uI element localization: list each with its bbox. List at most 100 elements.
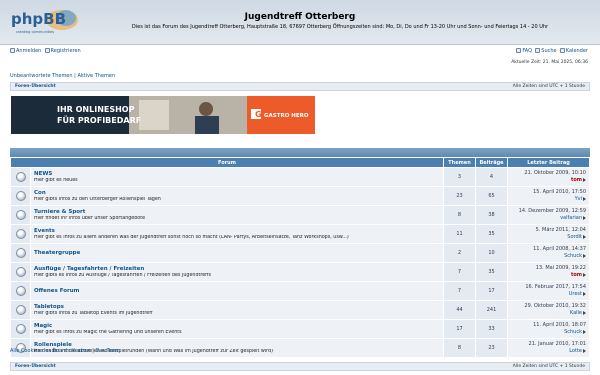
faq-link[interactable]: FAQ [522, 48, 532, 54]
forum-name-link[interactable]: Theatergruppe [34, 250, 443, 257]
forum-posts-count: 23 [475, 338, 508, 358]
forum-read-icon [15, 324, 26, 334]
quick-links-separator: | [74, 73, 76, 79]
forum-posts-count: 33 [475, 319, 508, 339]
forum-name-link[interactable]: Magic [34, 323, 443, 330]
forum-description: Hier gibt es Infos zu allem anderen was … [34, 234, 349, 240]
team-link[interactable]: Das Team [95, 348, 119, 354]
last-post-author-link[interactable]: tom [571, 177, 582, 183]
forum-description: Hier gibts es Infos zu Ausflüge / Tagesf… [34, 272, 211, 278]
forum-last-post-cell: 13. Mai 2009, 19:22 tom [507, 262, 590, 282]
ad-line-1: IHR ONLINESHOP [57, 105, 135, 114]
search-icon [535, 48, 541, 53]
forum-status-cell [10, 167, 31, 187]
forum-name-link[interactable]: Tabletops [34, 304, 443, 311]
forum-last-post-cell: 29. Oktober 2010, 19:32 Kalle [507, 300, 590, 320]
breadcrumb-index-link[interactable]: Foren-Übersicht [15, 83, 56, 90]
goto-last-post-icon[interactable] [583, 291, 586, 296]
posts-column-header: Beiträge [475, 157, 508, 168]
table-header-band [10, 148, 590, 157]
last-post-author-link[interactable]: Schuck [564, 253, 582, 259]
login-icon [10, 48, 15, 53]
forum-info-cell: Turniere & Sport Hier findet ihr Infos üb… [30, 205, 444, 225]
forum-topics-count: 44 [443, 300, 476, 320]
timezone-info: Alle Zeiten sind UTC + 1 Stunde [512, 84, 585, 89]
forum-posts-count: 35 [475, 224, 508, 244]
user-nav: Anmelden Registrieren [10, 48, 81, 54]
last-post-date: 11. April 2010, 18:07 [533, 322, 586, 328]
forum-name-link[interactable]: Offenes Forum [34, 288, 443, 295]
forum-last-post-cell: 15. April 2010, 17:50 Yvi [507, 186, 590, 206]
last-post-date: 11. April 2008, 14:37 [533, 246, 586, 252]
forum-info-cell: Ausflüge / Tagesfahrten / Freizeiten Hier… [30, 262, 444, 282]
unanswered-topics-link[interactable]: Unbeantwortete Themen [10, 73, 73, 79]
login-link[interactable]: Anmelden [16, 48, 41, 54]
forum-last-post-cell: 16. Februar 2017, 17:54 Urest [507, 281, 590, 301]
forum-name-link[interactable]: Ausflüge / Tagesfahrten / Freizeiten [34, 266, 443, 273]
forum-description: Hier gibts Infos zu Tabletop Events im J… [34, 310, 153, 316]
forum-status-cell [10, 281, 31, 301]
last-post-date: 29. Oktober 2010, 19:32 [524, 303, 586, 309]
forum-topics-count: 17 [443, 319, 476, 339]
forum-name-link[interactable]: NEWS [34, 171, 443, 178]
goto-last-post-icon[interactable] [583, 177, 586, 182]
forum-info-cell: Tabletops Hier gibts Infos zu Tabletop Ev… [30, 300, 444, 320]
last-post-date: 13. Mai 2009, 19:22 [535, 265, 586, 271]
last-post-author-link[interactable]: valfarian [560, 215, 582, 221]
forum-read-icon [15, 172, 26, 182]
last-post-author-link[interactable]: Sordit [567, 234, 582, 240]
forum-last-post-cell: 21. Oktober 2009, 10:10 tom [507, 167, 590, 187]
site-header: phpBB creating communities Jugendtreff O… [0, 0, 600, 45]
forum-read-icon [15, 267, 26, 277]
last-post-date: 16. Februar 2017, 17:54 [525, 284, 586, 290]
goto-last-post-icon[interactable] [583, 310, 586, 315]
topics-column-header: Themen [443, 157, 476, 168]
forum-topics-count: 7 [443, 281, 476, 301]
calendar-link[interactable]: Kalender [566, 48, 588, 54]
goto-last-post-icon[interactable] [583, 215, 586, 220]
ad-banner-graphic: G IHR ONLINESHOP FÜR PROFIBEDARF GASTRO … [11, 96, 315, 134]
goto-last-post-icon[interactable] [583, 234, 586, 239]
forum-name-link[interactable]: Con [34, 190, 443, 197]
goto-last-post-icon[interactable] [583, 348, 586, 353]
forum-description: Hier gibt es neues [34, 177, 78, 183]
register-link[interactable]: Registrieren [51, 48, 81, 54]
goto-last-post-icon[interactable] [583, 196, 586, 201]
breadcrumb-bar-top: Foren-Übersicht Alle Zeiten sind UTC + 1… [10, 82, 590, 91]
goto-last-post-icon[interactable] [583, 272, 586, 277]
forum-read-icon [15, 210, 26, 220]
forum-row: Ausflüge / Tagesfahrten / Freizeiten Hier… [10, 262, 590, 282]
breadcrumb-bar-bottom: Foren-Übersicht Alle Zeiten sind UTC + 1… [10, 362, 590, 371]
last-post-author-link[interactable]: tom [571, 272, 582, 278]
active-topics-link[interactable]: Aktive Themen [77, 73, 115, 79]
last-post-author-link[interactable]: Kalle [570, 310, 582, 316]
forum-status-cell [10, 319, 31, 339]
forum-topics-count: 3 [443, 167, 476, 187]
forum-row: Tabletops Hier gibts Infos zu Tabletop Ev… [10, 300, 590, 320]
forum-column-header: Forum [10, 157, 444, 168]
delete-cookies-link[interactable]: Alle Cookies des Boards löschen [10, 348, 91, 354]
svg-text:G: G [255, 110, 262, 119]
last-post-date: 5. März 2011, 12:04 [535, 227, 586, 233]
breadcrumb-index-link-bottom[interactable]: Foren-Übersicht [15, 363, 56, 370]
forum-description: Hier gibts Infos zu den Otterberger Roll… [34, 196, 161, 202]
forum-status-cell [10, 186, 31, 206]
last-post-author-link[interactable]: Urest [569, 291, 582, 297]
last-post-author-link[interactable]: Schuck [564, 329, 582, 335]
last-post-author-link[interactable]: Yvi [575, 196, 582, 202]
forum-posts-count: 38 [475, 205, 508, 225]
last-post-column-header: Letzter Beitrag [507, 157, 590, 168]
goto-last-post-icon[interactable] [583, 329, 586, 334]
goto-last-post-icon[interactable] [583, 253, 586, 258]
quick-links: Unbeantwortete Themen | Aktive Themen [10, 73, 115, 79]
site-title: Jugendtreff Otterberg [244, 12, 356, 22]
forum-read-icon [15, 286, 26, 296]
ad-banner[interactable]: G IHR ONLINESHOP FÜR PROFIBEDARF GASTRO … [11, 96, 315, 134]
forum-row: Magic Hier gibt es Infos zu Magic the Gat… [10, 319, 590, 339]
search-link[interactable]: Suche [541, 48, 556, 54]
forum-posts-count: 10 [475, 243, 508, 263]
forum-name-link[interactable]: Turniere & Sport [34, 209, 443, 216]
last-post-author-link[interactable]: Lotte [569, 348, 582, 354]
forum-name-link[interactable]: Events [34, 228, 443, 235]
forum-read-icon [15, 229, 26, 239]
